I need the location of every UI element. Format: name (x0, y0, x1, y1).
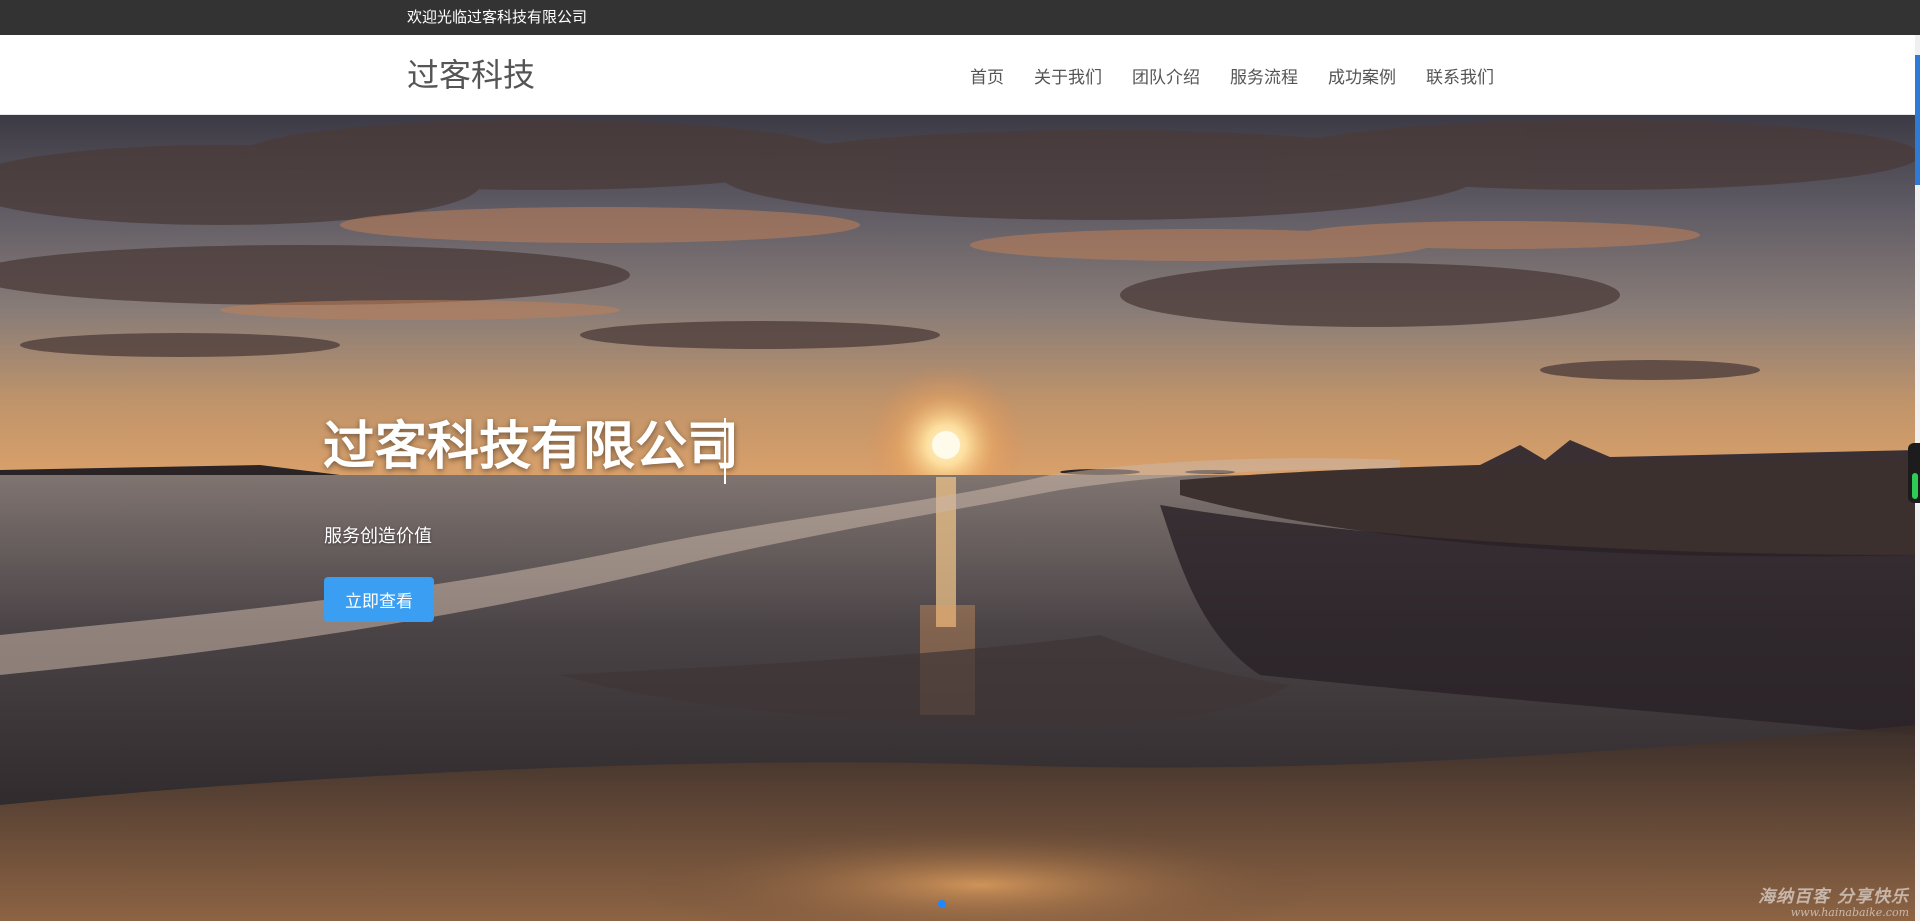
nav-item-contact[interactable]: 联系我们 (1426, 63, 1494, 88)
nav-item-cases[interactable]: 成功案例 (1328, 63, 1396, 88)
carousel-indicator-dot[interactable] (938, 900, 946, 908)
main-nav-menu: 首页 关于我们 团队介绍 服务流程 成功案例 联系我们 (970, 35, 1494, 115)
nav-item-home[interactable]: 首页 (970, 63, 1004, 88)
welcome-text: 欢迎光临过客科技有限公司 (407, 8, 588, 26)
hero-banner: 过客科技有限公司 服务创造价值 立即查看 海纳百客 分享快乐 www.haina… (0, 115, 1915, 921)
side-widget-indicator (1912, 473, 1918, 499)
watermark: 海纳百客 分享快乐 www.hainabaike.com (1758, 888, 1909, 919)
nav-item-about[interactable]: 关于我们 (1034, 63, 1102, 88)
hero-subtitle: 服务创造价值 (324, 526, 432, 547)
hero-title: 过客科技有限公司 (323, 417, 740, 477)
nav-item-team[interactable]: 团队介绍 (1132, 63, 1200, 88)
scrollbar-thumb[interactable] (1915, 55, 1920, 185)
watermark-url-text: www.hainabaike.com (1790, 905, 1909, 919)
top-welcome-bar: 欢迎光临过客科技有限公司 (0, 0, 1920, 35)
beach-sunset-photo (0, 115, 1915, 921)
brand-logo-text[interactable]: 过客科技 (407, 35, 535, 115)
watermark-main-text: 海纳百客 分享快乐 (1758, 887, 1909, 908)
navbar: 过客科技 首页 关于我们 团队介绍 服务流程 成功案例 联系我们 (0, 35, 1920, 115)
view-now-button[interactable]: 立即查看 (324, 577, 434, 622)
typing-caret (724, 418, 726, 484)
nav-item-process[interactable]: 服务流程 (1230, 63, 1298, 88)
side-floating-widget[interactable] (1908, 443, 1920, 503)
